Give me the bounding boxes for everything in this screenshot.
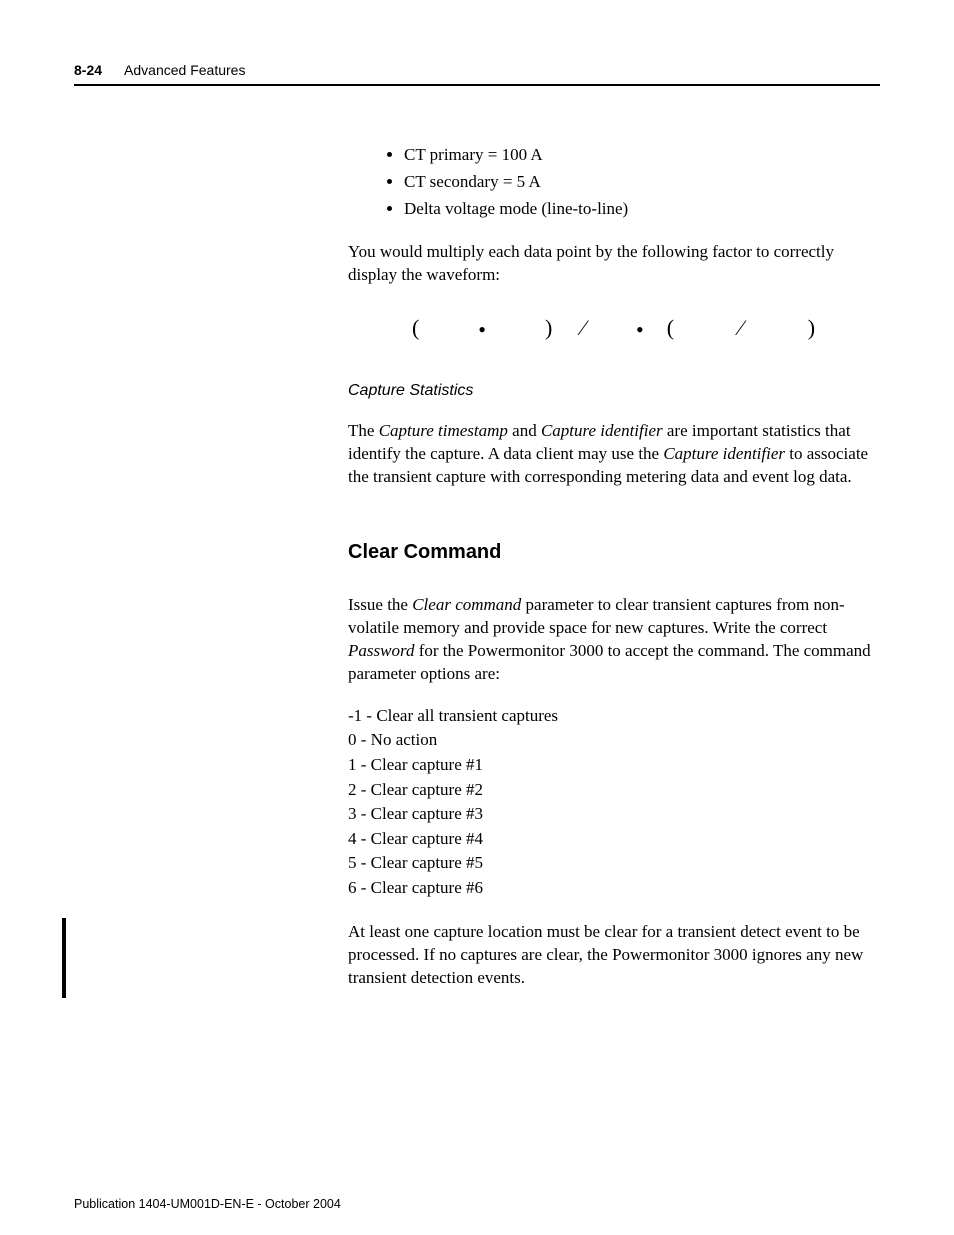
publication-footer: Publication 1404-UM001D-EN-E - October 2…: [74, 1197, 341, 1211]
intro-paragraph: You would multiply each data point by th…: [348, 241, 880, 287]
option-item: 5 - Clear capture #5: [348, 851, 880, 876]
option-item: 1 - Clear capture #1: [348, 753, 880, 778]
option-item: 2 - Clear capture #2: [348, 778, 880, 803]
chapter-title: Advanced Features: [124, 62, 245, 78]
text-span: Issue the: [348, 595, 412, 614]
text-span: and: [508, 421, 541, 440]
revision-bar: [62, 918, 66, 998]
italic-term: Capture identifier: [541, 421, 663, 440]
option-item: 0 - No action: [348, 728, 880, 753]
italic-term: Password: [348, 641, 414, 660]
final-paragraph: At least one capture location must be cl…: [348, 921, 880, 990]
option-item: 4 - Clear capture #4: [348, 827, 880, 852]
list-item: CT secondary = 5 A: [404, 171, 880, 194]
italic-term: Capture identifier: [663, 444, 785, 463]
capture-statistics-paragraph: The Capture timestamp and Capture identi…: [348, 420, 880, 489]
formula: (•)⁄•(⁄): [348, 313, 880, 345]
clear-command-paragraph: Issue the Clear command parameter to cle…: [348, 594, 880, 686]
option-item: -1 - Clear all transient captures: [348, 704, 880, 729]
list-item: CT primary = 100 A: [404, 144, 880, 167]
body-content: CT primary = 100 A CT secondary = 5 A De…: [348, 144, 880, 990]
list-item: Delta voltage mode (line-to-line): [404, 198, 880, 221]
options-list: -1 - Clear all transient captures 0 - No…: [348, 704, 880, 901]
left-paren: (: [667, 315, 711, 340]
italic-term: Clear command: [412, 595, 521, 614]
bullet-operator: •: [456, 315, 509, 345]
page-header: 8-24 Advanced Features: [74, 62, 880, 86]
divide-slash: ⁄: [711, 315, 772, 340]
option-item: 3 - Clear capture #3: [348, 802, 880, 827]
divide-slash: ⁄: [553, 315, 614, 340]
text-span: The: [348, 421, 379, 440]
page-number: 8-24: [74, 62, 102, 78]
section-heading-clear-command: Clear Command: [348, 539, 880, 566]
option-item: 6 - Clear capture #6: [348, 876, 880, 901]
bullet-operator: •: [614, 315, 667, 345]
subheading-capture-statistics: Capture Statistics: [348, 380, 880, 402]
text-span: for the Powermonitor 3000 to accept the …: [348, 641, 871, 683]
right-paren: ): [772, 315, 816, 340]
document-page: 8-24 Advanced Features CT primary = 100 …: [0, 0, 954, 1235]
right-paren: ): [509, 315, 553, 340]
left-paren: (: [412, 315, 456, 340]
italic-term: Capture timestamp: [379, 421, 508, 440]
bullet-list: CT primary = 100 A CT secondary = 5 A De…: [348, 144, 880, 221]
